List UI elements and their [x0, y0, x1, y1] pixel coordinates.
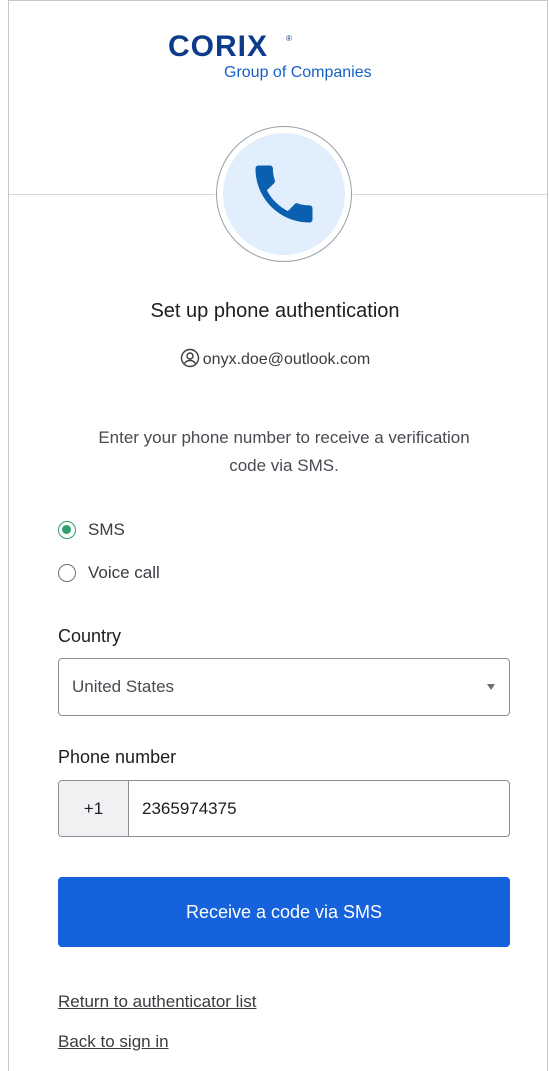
radio-option-sms[interactable]: SMS: [58, 518, 125, 542]
country-code-prefix: +1: [59, 781, 129, 836]
phone-number-label: Phone number: [58, 747, 177, 767]
radio-sms-label: SMS: [88, 520, 125, 539]
back-to-sign-in-link[interactable]: Back to sign in: [58, 1032, 169, 1052]
radio-option-voice-call[interactable]: Voice call: [58, 561, 160, 585]
country-select-value: United States: [72, 677, 175, 696]
country-label: Country: [58, 626, 122, 646]
country-select[interactable]: United States: [58, 658, 510, 716]
header-divider-left: [9, 194, 215, 195]
receive-code-button[interactable]: Receive a code via SMS: [58, 877, 510, 947]
logo-trademark: ®: [286, 34, 292, 43]
user-identity: onyx.doe@outlook.com: [0, 348, 550, 369]
phone-number-input[interactable]: [129, 781, 509, 836]
factor-icon-background: [223, 133, 345, 255]
corix-logo: CORIX ® Group of Companies: [168, 30, 408, 86]
return-to-authenticator-list-link[interactable]: Return to authenticator list: [58, 992, 256, 1012]
phone-icon: [255, 165, 313, 223]
instructions-text: Enter your phone number to receive a ver…: [98, 428, 470, 475]
chevron-down-icon: [487, 684, 495, 690]
logo-wordmark: CORIX: [168, 30, 269, 63]
radio-voice-call-label: Voice call: [88, 563, 160, 582]
factor-icon-badge: [216, 126, 352, 262]
page-title: Set up phone authentication: [150, 300, 400, 322]
logo-tagline: Group of Companies: [224, 64, 372, 81]
user-email: onyx.doe@outlook.com: [202, 351, 371, 368]
radio-voice-call[interactable]: [58, 564, 76, 582]
phone-number-field: +1: [58, 780, 510, 837]
header-divider-right: [353, 194, 547, 195]
user-circle-icon: [180, 348, 199, 368]
radio-sms[interactable]: [58, 521, 76, 539]
